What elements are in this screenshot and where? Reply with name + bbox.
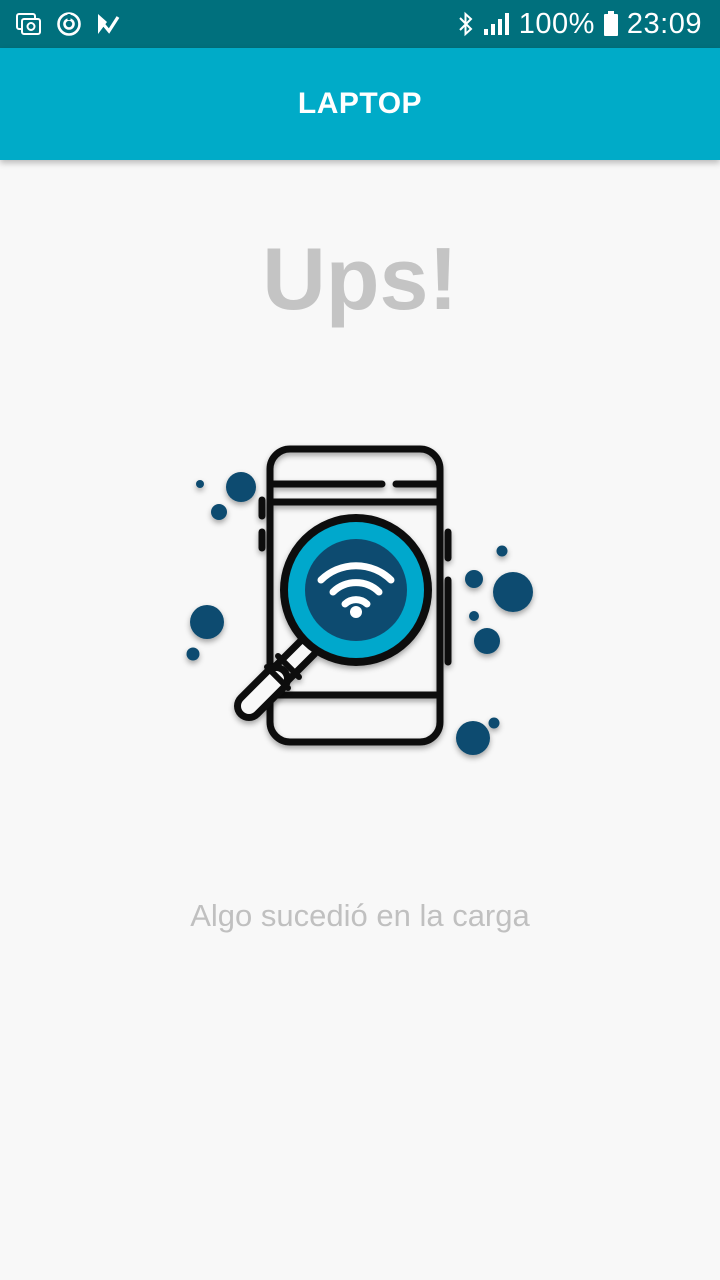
system-icons: 100% 23:09	[449, 8, 702, 41]
status-bar: 100% 23:09	[0, 0, 720, 48]
app-title: LAPTOP	[297, 87, 423, 120]
battery-percentage: 100%	[518, 7, 595, 40]
error-message: Algo sucedió en la carga	[190, 898, 530, 933]
battery-icon	[603, 11, 619, 37]
clock: 23:09	[626, 7, 702, 40]
error-heading: Ups!	[262, 229, 458, 328]
notification-icons	[16, 11, 134, 37]
check-icon	[96, 12, 120, 36]
signal-icon	[483, 12, 511, 36]
sync-icon	[56, 11, 82, 37]
screenshot-icon	[16, 13, 42, 35]
phone-wifi-search-icon	[180, 440, 550, 770]
bluetooth-icon	[457, 11, 475, 37]
app-bar: LAPTOP	[0, 48, 720, 160]
